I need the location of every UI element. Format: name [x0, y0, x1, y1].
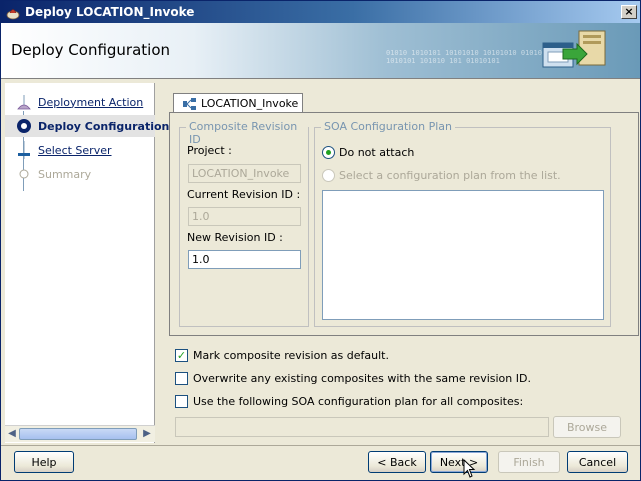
button-label[interactable]: Help — [31, 456, 56, 469]
checkbox-unchecked-icon[interactable] — [175, 372, 188, 385]
tab-label[interactable]: LOCATION_Invoke — [201, 97, 298, 110]
step-label: Summary — [38, 167, 92, 181]
scroll-right-icon[interactable]: ▶ — [141, 428, 153, 440]
header-banner: Deploy Configuration 01010 1010101 10101… — [1, 23, 640, 79]
checkbox-unchecked-icon[interactable] — [175, 395, 188, 408]
scroll-left-icon[interactable]: ◀ — [6, 428, 18, 440]
scrollbar-thumb[interactable] — [19, 428, 137, 440]
button-label: Browse — [566, 420, 608, 434]
do-not-attach-radio[interactable]: Do not attach — [322, 146, 414, 159]
step-select-server[interactable]: Select Server — [5, 139, 155, 161]
banner-binary-decoration: 01010 1010101 10101010 10101010 01010 10… — [386, 49, 542, 65]
tab-content-panel: Composite Revision ID Project : LOCATION… — [169, 112, 639, 336]
project-field: LOCATION_Invoke — [188, 164, 301, 183]
mark-default-checkbox[interactable]: ✓ Mark composite revision as default. — [175, 349, 389, 362]
browse-button: Browse — [553, 416, 621, 438]
radio-selected-icon[interactable] — [322, 146, 335, 159]
checkbox-label[interactable]: Mark composite revision as default. — [193, 349, 389, 362]
wizard-steps-panel: Deployment Action Deploy Configuration S… — [5, 83, 169, 443]
soa-configuration-plan-group: SOA Configuration Plan Do not attach Sel… — [314, 120, 611, 327]
window-title: Deploy LOCATION_Invoke — [25, 5, 195, 19]
app-icon — [6, 9, 20, 20]
composite-revision-group: Composite Revision ID Project : LOCATION… — [179, 120, 309, 327]
project-label: Project : — [187, 144, 232, 157]
checkbox-checked-icon[interactable]: ✓ — [175, 349, 188, 362]
checkbox-label[interactable]: Overwrite any existing composites with t… — [193, 372, 531, 385]
button-label[interactable]: Cancel — [579, 456, 616, 469]
overwrite-checkbox[interactable]: Overwrite any existing composites with t… — [175, 372, 531, 385]
group-title: Composite Revision ID — [186, 120, 308, 146]
new-revision-input[interactable]: 1.0 — [188, 250, 301, 269]
step-label[interactable]: Deployment Action — [38, 96, 143, 109]
current-revision-field: 1.0 — [188, 207, 301, 226]
step-done-icon — [17, 95, 31, 110]
radio-label[interactable]: Do not attach — [339, 146, 414, 159]
checkbox-label[interactable]: Use the following SOA configuration plan… — [193, 395, 523, 408]
next-button[interactable]: Next > — [430, 451, 488, 473]
group-title: SOA Configuration Plan — [321, 120, 455, 133]
composite-icon — [183, 97, 196, 110]
back-button[interactable]: < Back — [368, 451, 426, 473]
plan-path-field — [175, 417, 549, 437]
new-revision-label: New Revision ID : — [187, 231, 283, 244]
step-deployment-action[interactable]: Deployment Action — [5, 91, 155, 113]
configuration-plan-list[interactable] — [322, 190, 604, 320]
page-title: Deploy Configuration — [11, 41, 171, 59]
step-deploy-configuration[interactable]: Deploy Configuration — [5, 115, 169, 137]
step-label[interactable]: Select Server — [38, 144, 112, 157]
close-icon: × — [624, 5, 634, 18]
use-plan-checkbox[interactable]: Use the following SOA configuration plan… — [175, 395, 523, 408]
step-label[interactable]: Deploy Configuration — [38, 120, 169, 133]
current-revision-label: Current Revision ID : — [187, 188, 301, 201]
step-pending-icon — [18, 141, 30, 159]
footer-separator — [1, 445, 640, 446]
close-button[interactable]: × — [621, 5, 637, 19]
title-bar[interactable]: Deploy LOCATION_Invoke × — [1, 1, 640, 23]
button-label: Finish — [513, 455, 545, 469]
cancel-button[interactable]: Cancel — [567, 451, 628, 473]
finish-button: Finish — [498, 451, 560, 473]
button-label[interactable]: < Back — [377, 456, 416, 469]
step-current-icon — [17, 119, 31, 133]
step-disabled-icon — [19, 169, 29, 179]
deploy-graphic-icon — [542, 30, 606, 68]
tab-location-invoke[interactable]: LOCATION_Invoke — [173, 93, 303, 113]
mouse-pointer-icon — [463, 459, 476, 478]
radio-unselected-icon — [322, 169, 335, 182]
steps-horizontal-scrollbar[interactable]: ◀ ▶ — [5, 425, 155, 442]
step-summary: Summary — [5, 163, 155, 185]
help-button[interactable]: Help — [14, 451, 74, 473]
select-plan-radio: Select a configuration plan from the lis… — [322, 169, 561, 182]
deploy-dialog: Deploy LOCATION_Invoke × Deploy Configur… — [0, 0, 641, 481]
radio-label: Select a configuration plan from the lis… — [339, 169, 561, 182]
